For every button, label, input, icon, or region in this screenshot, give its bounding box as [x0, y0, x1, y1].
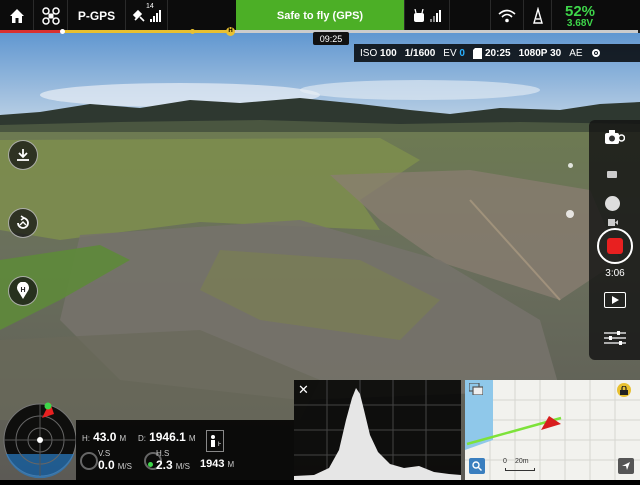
playback-button[interactable] — [604, 292, 626, 308]
height-readout: H: 43.0 M — [82, 430, 127, 444]
battery-bar-yellow-segment — [62, 30, 230, 33]
home-icon — [9, 9, 24, 23]
camera-params-button[interactable] — [604, 330, 626, 351]
map-layers-icon[interactable] — [468, 382, 484, 400]
camera-settings-gear-icon[interactable] — [591, 48, 601, 58]
vertical-speed-gauge — [80, 452, 98, 470]
wifi-icon — [498, 9, 516, 23]
takeoff-icon — [17, 149, 29, 161]
battery-bar-red-segment — [0, 30, 62, 33]
home-distance-button[interactable]: H — [206, 430, 224, 452]
battery-bar-remaining-segment — [230, 30, 638, 33]
battery-marker-dot — [190, 29, 195, 34]
home-marker-icon: H — [226, 27, 235, 36]
satellite-count: 14 — [146, 3, 154, 10]
return-home-icon — [17, 215, 29, 229]
mode-switch-knob[interactable] — [605, 196, 620, 211]
focus-dot — [566, 210, 574, 218]
horizontal-speed-readout: H.S 2.3 M/S — [156, 449, 190, 472]
record-stop-icon — [607, 238, 623, 254]
top-bar-spacer — [168, 0, 236, 32]
ae-lock-dot — [568, 163, 573, 168]
return-home-button[interactable] — [8, 208, 38, 238]
close-histogram-icon[interactable]: ✕ — [298, 382, 309, 398]
sd-card-status: 20:25 — [472, 47, 511, 59]
battery-icon — [532, 7, 543, 24]
wifi-status[interactable] — [490, 0, 524, 32]
remote-controller-icon — [414, 9, 424, 22]
svg-text:H: H — [20, 287, 25, 294]
map-scale-zero: 0 — [503, 458, 507, 465]
camera-settings-bar[interactable]: ISO 100 1/1600 EV 0 20:25 1080P 30 AE — [354, 44, 640, 62]
battery-percent: 52% — [564, 2, 596, 20]
photo-mode-icon[interactable] — [607, 165, 617, 183]
record-button[interactable] — [597, 228, 633, 264]
telemetry-panel: H: 43.0 M D: 1946.1 M V.S 0.0 M/S H.S 2.3 … — [76, 420, 294, 480]
map-zoom-icon[interactable] — [469, 458, 485, 474]
intelligent-flight-button[interactable]: H — [8, 276, 38, 306]
home-button[interactable] — [0, 0, 34, 32]
camera-icon — [605, 130, 625, 144]
ev-setting: EV 0 — [443, 47, 465, 59]
flight-status-banner[interactable]: Safe to fly (GPS) — [236, 0, 404, 32]
takeoff-button[interactable] — [8, 140, 38, 170]
location-pin-icon: H — [17, 282, 29, 299]
mini-map[interactable]: 0 20m — [465, 380, 640, 480]
battery-status[interactable] — [524, 0, 552, 32]
map-scale-bar — [505, 468, 535, 471]
play-icon — [612, 296, 619, 304]
home-distance-readout: 1943 M — [200, 458, 235, 470]
battery-marker-dot — [60, 29, 65, 34]
satellite-icon — [132, 9, 145, 22]
sd-card-icon — [472, 47, 482, 59]
map-lock-icon[interactable] — [617, 383, 631, 397]
shutter-speed: 1/1600 — [404, 47, 436, 59]
iso-setting: ISO 100 — [360, 47, 397, 59]
video-format: 1080P 30 — [518, 47, 562, 59]
map-expand-button[interactable] — [618, 458, 634, 474]
battery-voltage: 3.68V — [566, 17, 594, 29]
distance-readout: D: 1946.1 M — [138, 430, 196, 444]
camera-settings-button[interactable] — [601, 126, 629, 148]
flight-mode[interactable]: P-GPS — [68, 0, 126, 32]
drone-icon — [41, 7, 60, 25]
svg-text:H: H — [218, 442, 221, 448]
map-scale-label: 20m — [515, 458, 529, 465]
aircraft-status-button[interactable] — [34, 0, 68, 32]
record-time: 3:06 — [605, 268, 625, 279]
signal-bars-icon — [149, 10, 161, 22]
remote-signal-bars-icon — [430, 10, 441, 22]
flight-time: 09:25 — [313, 32, 349, 45]
attitude-radar[interactable] — [0, 400, 80, 480]
exposure-mode: AE — [569, 47, 583, 59]
remote-signal[interactable] — [404, 0, 450, 32]
gps-status[interactable]: 14 — [126, 0, 168, 32]
battery-readout: 52% 3.68V — [552, 0, 608, 32]
top-bar-spacer-2 — [450, 0, 490, 32]
histogram-panel[interactable]: ✕ — [294, 380, 461, 480]
sliders-icon — [604, 331, 626, 345]
vertical-speed-readout: V.S 0.0 M/S — [98, 449, 132, 472]
top-status-bar: P-GPS 14 Safe to fly (GPS) 52% 3.68V — [0, 0, 640, 32]
navigation-arrow-icon — [622, 462, 630, 470]
person-home-icon: H — [211, 435, 221, 448]
